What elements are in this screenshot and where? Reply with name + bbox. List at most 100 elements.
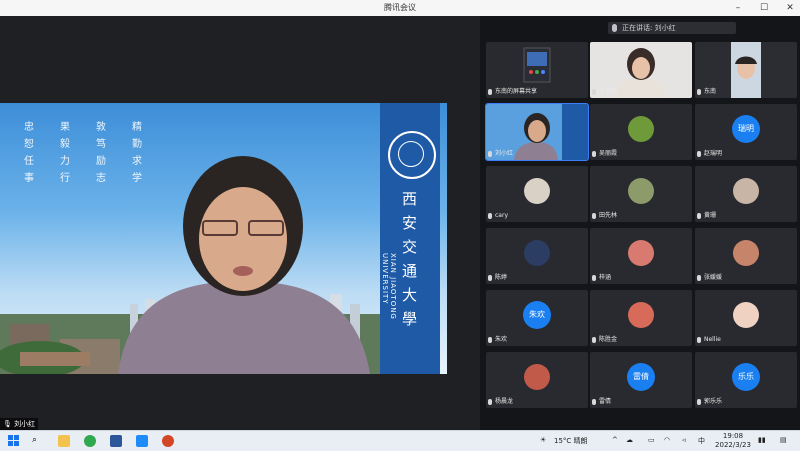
participant-name: 郭乐乐	[704, 398, 723, 405]
speaker-video	[118, 156, 370, 374]
ime-indicator[interactable]: 中	[698, 436, 705, 446]
wifi-icon[interactable]: ◠	[664, 436, 670, 444]
avatar	[628, 116, 654, 142]
participant-name: 朱欢	[495, 336, 508, 343]
clock-date[interactable]: 2022/3/23	[710, 441, 756, 449]
search-icon[interactable]: ⌕	[32, 435, 44, 447]
mic-icon	[488, 88, 492, 95]
mic-icon: 🎙	[3, 420, 12, 428]
participant-name: 陈胜金	[599, 336, 618, 343]
mic-icon	[697, 150, 701, 157]
mic-icon	[488, 336, 492, 343]
participant-name-label: 吴丽霞	[592, 150, 617, 158]
speaker-name: 刘小红	[14, 420, 36, 428]
participant-tile[interactable]: 陈胜金	[590, 290, 692, 346]
participant-tile[interactable]: 朱欢 朱欢	[486, 290, 588, 346]
network-icon[interactable]: ▭	[648, 436, 655, 444]
participant-name: 丁老师	[599, 88, 618, 95]
avatar	[524, 178, 550, 204]
participant-name: 梓涵	[599, 274, 612, 281]
participant-tile[interactable]: 乐乐 郭乐乐	[695, 352, 797, 408]
participant-name-label: 梓涵	[592, 274, 611, 282]
avatar	[628, 178, 654, 204]
participant-name-label: 东南	[697, 88, 716, 96]
widgets-icon[interactable]: ▮▮	[758, 436, 766, 444]
participant-name-label: 雷倩	[592, 398, 611, 406]
participant-tile[interactable]: Nellie	[695, 290, 797, 346]
avatar	[628, 302, 654, 328]
participant-tile[interactable]: 张媛媛	[695, 228, 797, 284]
tray-cloud-icon[interactable]: ☁	[626, 436, 633, 444]
university-banner: 西安交通大學 XIAN JIAOTONG UNIVERSITY	[380, 103, 440, 374]
browser-icon[interactable]	[84, 435, 96, 447]
participants-gallery: 正在讲话: 刘小红 东南的屏幕共享 丁老师 东南刘小红 吴丽霞 瑞明赵瑞明 cary 田先林…	[480, 16, 800, 430]
tencent-meeting-icon[interactable]	[136, 435, 148, 447]
mic-icon	[612, 24, 617, 32]
powerpoint-icon[interactable]	[162, 435, 174, 447]
participant-name-label: 黄珊	[697, 212, 716, 220]
university-name-en: XIAN JIAOTONG UNIVERSITY	[381, 253, 397, 320]
title-bar: 腾讯会议 – ☐ ✕	[0, 0, 800, 17]
virtual-background: 忠恕任事 果毅力行 敦笃励志 精勤求学 西安交通大學 XIAN JIAOTONG…	[0, 103, 447, 374]
mic-icon	[488, 150, 492, 157]
mic-icon	[592, 88, 596, 95]
participant-tile[interactable]: 黄珊	[695, 166, 797, 222]
participant-name: 东南的屏幕共享	[495, 88, 538, 95]
minimize-button[interactable]: –	[730, 0, 746, 16]
participant-tile[interactable]: 杨晨龙	[486, 352, 588, 408]
file-explorer-icon[interactable]	[58, 435, 70, 447]
avatar	[733, 302, 759, 328]
maximize-button[interactable]: ☐	[756, 0, 772, 16]
participant-tile[interactable]: 刘小红	[485, 103, 589, 161]
speaking-indicator: 正在讲话: 刘小红	[608, 22, 736, 34]
mic-icon	[592, 150, 596, 157]
mic-icon	[592, 398, 596, 405]
avatar: 瑞明	[732, 115, 760, 143]
participant-name-label: 张媛媛	[697, 274, 722, 282]
participant-name-label: cary	[488, 212, 508, 220]
participant-name: 雷倩	[599, 398, 612, 405]
participant-tile[interactable]: cary	[486, 166, 588, 222]
participant-name-label: Nellie	[697, 336, 721, 344]
close-button[interactable]: ✕	[782, 0, 798, 16]
avatar	[524, 240, 550, 266]
windows-start-icon[interactable]	[8, 435, 20, 447]
participant-name-label: 朱欢	[488, 336, 507, 344]
participant-tile[interactable]: 田先林	[590, 166, 692, 222]
tray-chevron-icon[interactable]: ^	[612, 436, 618, 444]
speaking-label: 正在讲话: 刘小红	[622, 24, 676, 32]
participant-tile[interactable]: 雷倩 雷倩	[590, 352, 692, 408]
mic-icon	[488, 212, 492, 219]
participant-name: 吴丽霞	[599, 150, 618, 157]
participant-tile[interactable]: 吴丽霞	[590, 104, 692, 160]
volume-icon[interactable]: ◃	[682, 436, 686, 444]
participant-name-label: 刘小红	[488, 150, 513, 158]
clock-time[interactable]: 19:08	[718, 432, 748, 440]
window-title: 腾讯会议	[384, 3, 416, 12]
participant-tile[interactable]: 丁老师	[590, 42, 692, 98]
participant-tile[interactable]: 陈婷	[486, 228, 588, 284]
word-icon[interactable]	[110, 435, 122, 447]
motto-column-3: 敦笃励志	[96, 122, 106, 184]
motto-column-2: 果毅力行	[60, 122, 70, 184]
main-video-stage[interactable]: 忠恕任事 果毅力行 敦笃励志 精勤求学 西安交通大學 XIAN JIAOTONG…	[0, 16, 480, 430]
participant-name-label: 陈胜金	[592, 336, 617, 344]
weather-text[interactable]: 15°C 晴朗	[554, 436, 588, 446]
participant-name-label: 东南的屏幕共享	[488, 88, 537, 96]
participant-name-label: 田先林	[592, 212, 617, 220]
weather-sun-icon[interactable]: ☀	[540, 436, 546, 444]
participant-tile[interactable]: 梓涵	[590, 228, 692, 284]
participant-name: 赵瑞明	[704, 150, 723, 157]
participant-name: 田先林	[599, 212, 618, 219]
participant-tile[interactable]: 东南	[695, 42, 797, 98]
participant-tile[interactable]: 瑞明赵瑞明	[695, 104, 797, 160]
participant-tile[interactable]: 东南的屏幕共享	[486, 42, 588, 98]
notifications-icon[interactable]: ▤	[780, 436, 787, 444]
avatar: 朱欢	[523, 301, 551, 329]
participant-name: 东南	[704, 88, 717, 95]
mic-icon	[697, 336, 701, 343]
mic-icon	[697, 398, 701, 405]
taskbar: ⌕ ☀ 15°C 晴朗 ^ ☁ ▭ ◠ ◃ 中 19:08 2022/3/23 …	[0, 430, 800, 451]
participant-name-label: 杨晨龙	[488, 398, 513, 406]
participant-name-label: 赵瑞明	[697, 150, 722, 158]
